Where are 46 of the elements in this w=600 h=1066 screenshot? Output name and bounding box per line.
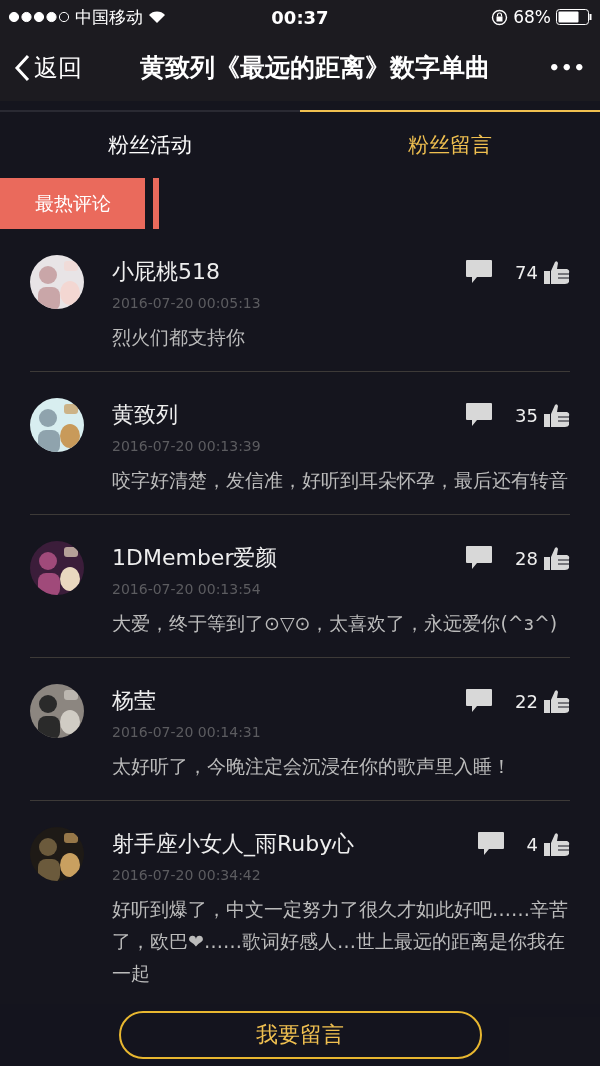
thumbs-up-icon[interactable] [544, 402, 570, 428]
thumbs-up-icon[interactable] [544, 545, 570, 571]
page-title: 黄致列《最远的距离》数字单曲 [139, 52, 492, 84]
accent-bar [153, 178, 159, 229]
back-button[interactable]: 返回 [14, 51, 82, 84]
username: 黄致列 [112, 401, 179, 429]
tab[interactable]: 粉丝留言 [300, 110, 600, 178]
thumbs-up-icon[interactable] [544, 259, 570, 285]
like-count: 28 [515, 547, 538, 569]
thumbs-up-icon[interactable] [544, 831, 570, 857]
like-count: 35 [515, 404, 538, 426]
carrier-name: 中国移动 [75, 5, 143, 29]
clock: 00:37 [271, 6, 329, 28]
timestamp: 2016-07-20 00:13:54 [112, 581, 262, 597]
comment-icon[interactable] [476, 831, 505, 857]
thumbs-up-icon[interactable] [544, 688, 570, 714]
battery-percent: 68% [513, 7, 551, 27]
comment-text: 烈火们都支持你 [112, 325, 246, 350]
comment-text: 咬字好清楚，发信准，好听到耳朵怀孕，最后还有转音 [112, 468, 569, 493]
comment-text: 太好听了，今晚注定会沉浸在你的歌声里入睡！ [112, 754, 512, 779]
username: 1DMember爱颜 [112, 544, 279, 572]
battery-icon [556, 9, 592, 25]
comment-icon[interactable] [465, 402, 494, 428]
tab[interactable]: 粉丝活动 [0, 110, 300, 178]
comment-icon[interactable] [465, 259, 494, 285]
timestamp: 2016-07-20 00:14:31 [112, 724, 262, 740]
chevron-left-icon [14, 53, 30, 82]
more-button[interactable]: ••• [548, 57, 586, 78]
timestamp: 2016-07-20 00:13:39 [112, 438, 262, 454]
rotation-lock-icon [491, 8, 509, 26]
timestamp: 2016-07-20 00:05:13 [112, 295, 262, 311]
wifi-icon [148, 10, 166, 24]
comment-text: 大爱，终于等到了⊙▽⊙，太喜欢了，永远爱你(^з^) [112, 611, 559, 636]
username: 射手座小女人_雨Ruby心 [112, 830, 356, 859]
signal-icon [8, 11, 70, 23]
like-count: 4 [526, 833, 538, 855]
section-label: 最热评论 [0, 178, 145, 229]
comment-text: 好听到爆了，中文一定努力了很久才如此好吧……辛苦了，欧巴❤……歌词好感人…世上最远的距离是你我在一起 [112, 897, 569, 986]
username: 杨莹 [112, 687, 157, 715]
comment-icon[interactable] [465, 545, 494, 571]
timestamp: 2016-07-20 00:34:42 [112, 867, 262, 883]
username: 小屁桃518 [112, 258, 221, 286]
like-count: 74 [515, 261, 538, 283]
comment-icon[interactable] [465, 688, 494, 714]
leave-message-button[interactable]: 我要留言 [118, 1011, 482, 1059]
like-count: 22 [515, 690, 538, 712]
